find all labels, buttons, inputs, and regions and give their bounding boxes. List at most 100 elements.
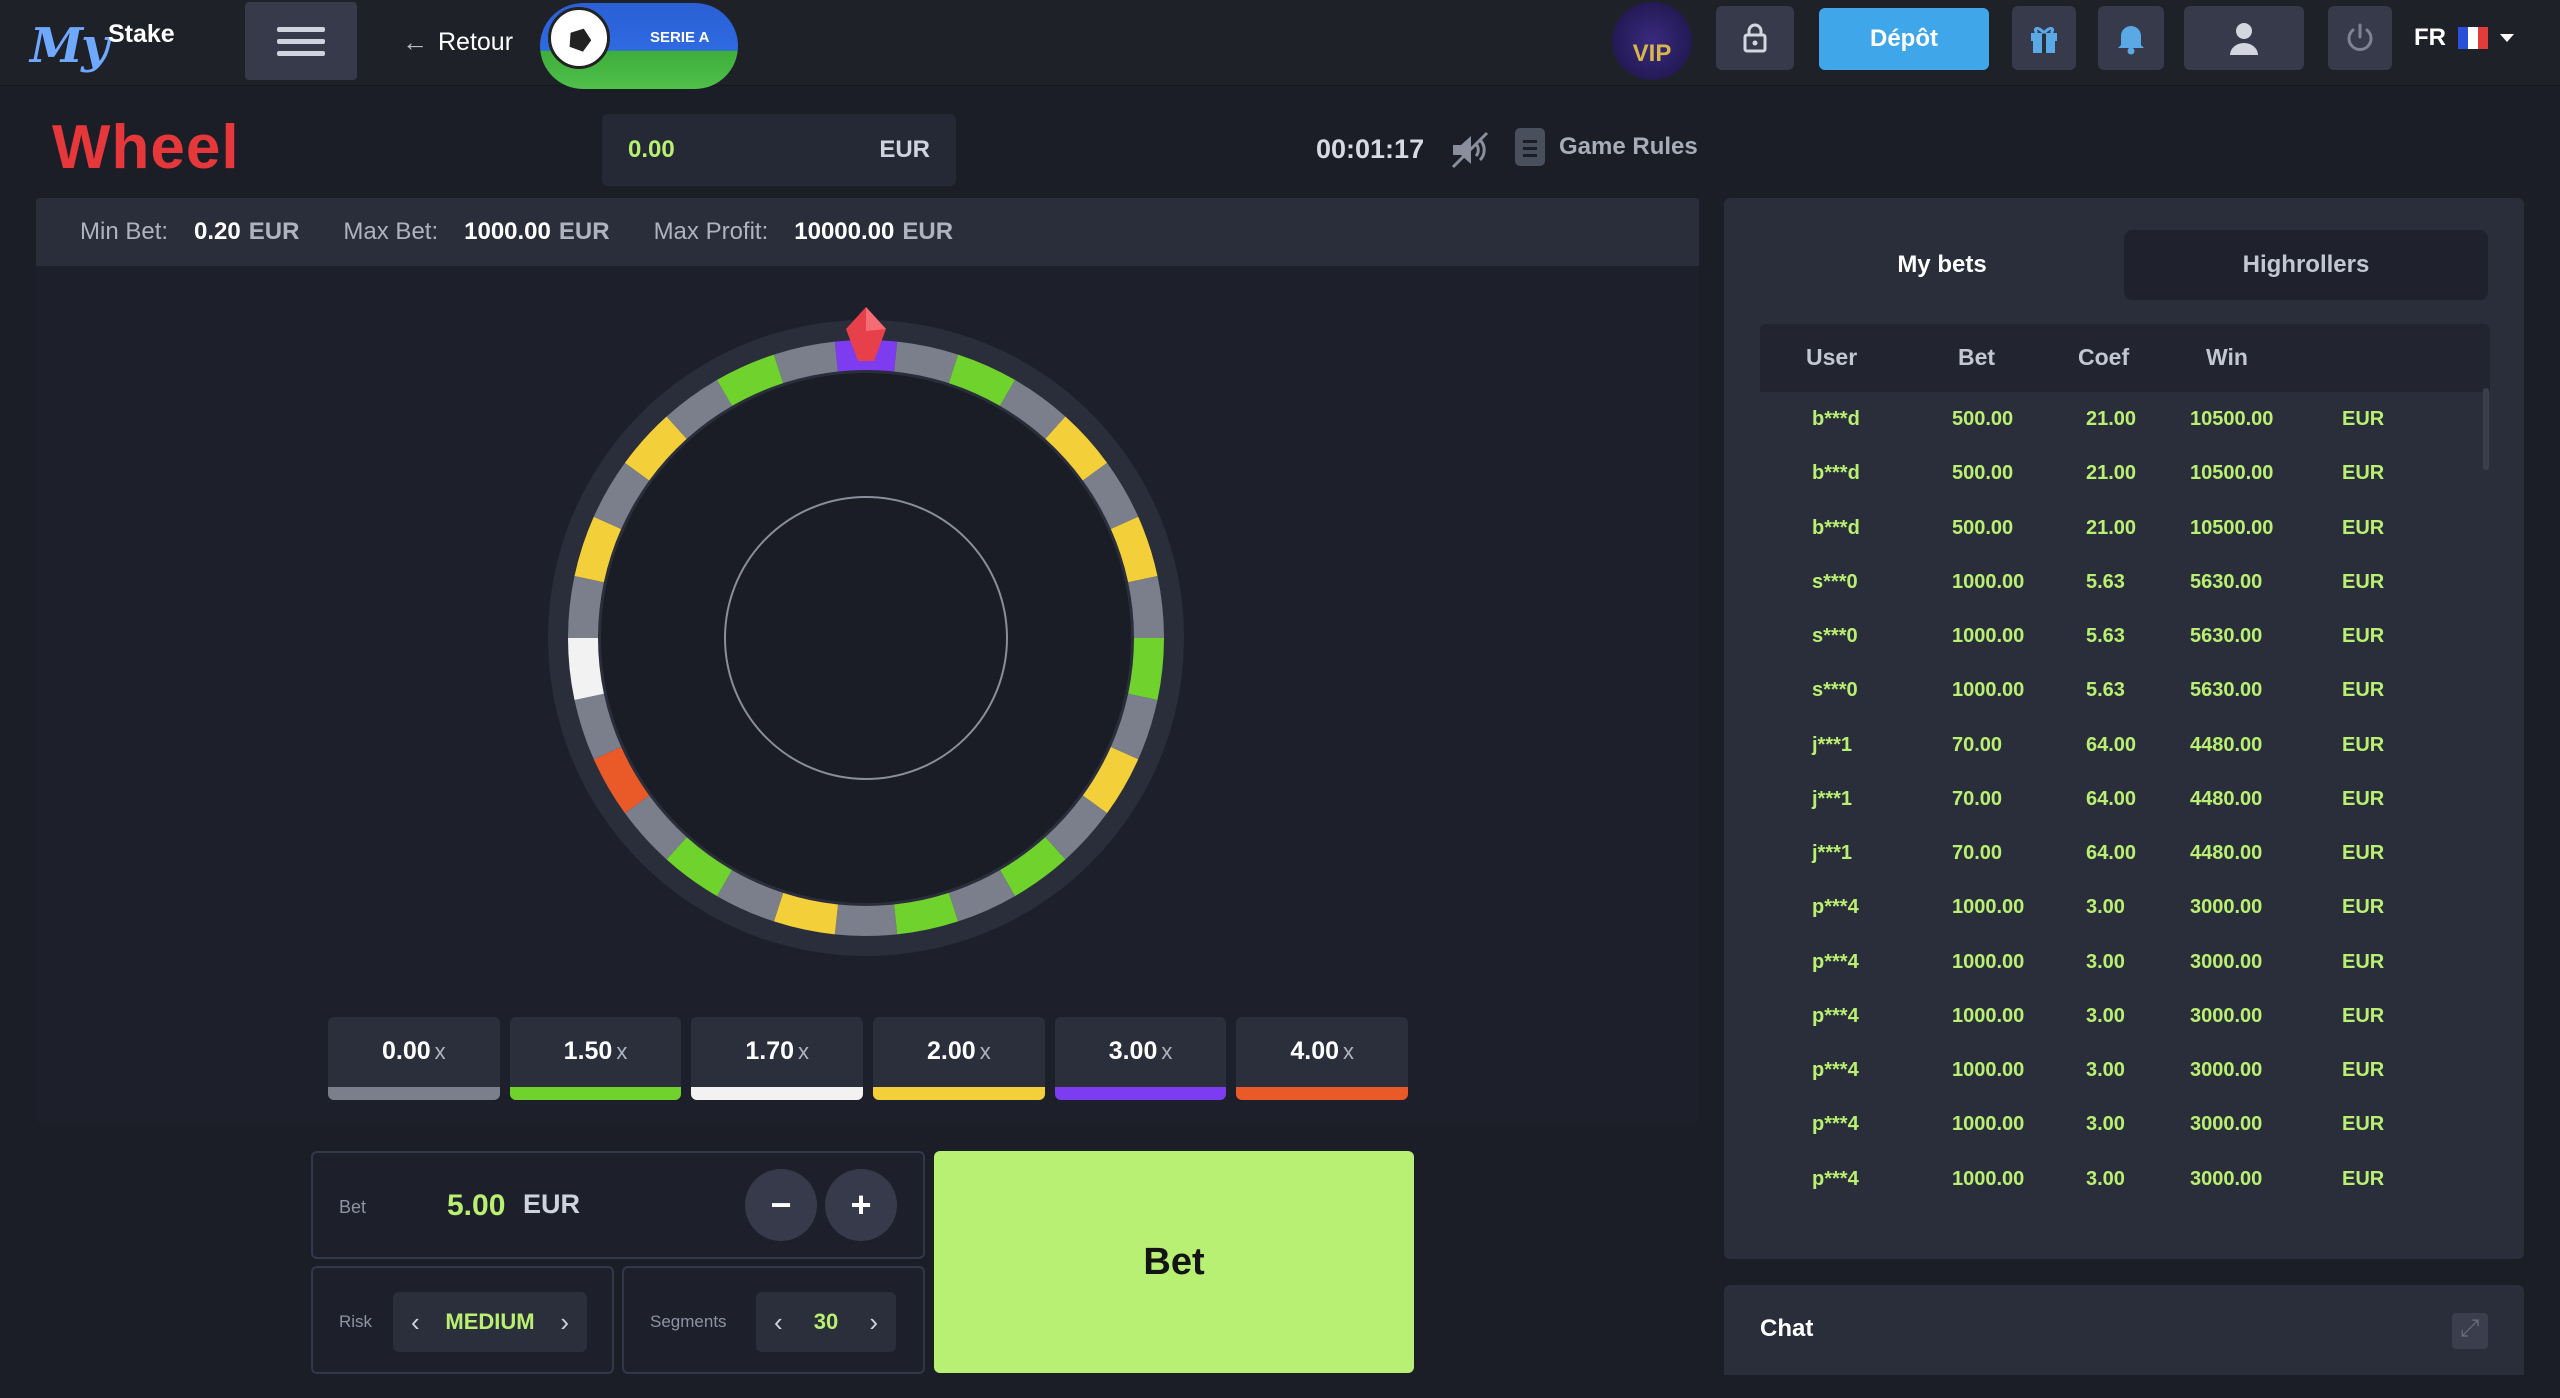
- cell-win: 3000.00: [2190, 1167, 2263, 1190]
- max-profit-limit: Max Profit: 10000.00 EUR: [654, 218, 953, 246]
- cell-bet: 1000.00: [1952, 625, 2025, 647]
- gift-button[interactable]: [2012, 6, 2076, 70]
- cell-bet: 500.00: [1952, 516, 2014, 539]
- multiplier-value: 4.00 x: [1236, 1037, 1408, 1066]
- cell-coef: 5.63: [2086, 570, 2125, 593]
- max-bet-currency: EUR: [558, 218, 610, 245]
- multiplier-suffix: x: [798, 1039, 810, 1064]
- soccer-ball-icon: [548, 7, 610, 69]
- bets-table-body[interactable]: b***d 500.00 21.00 10500.00 EUR b***d 500.00 21…: [1760, 394, 2490, 1214]
- multiplier-chip: 0.00 x: [328, 1017, 500, 1100]
- session-timer: 00:01:17: [1316, 134, 1425, 164]
- cell-user: b***d: [1812, 516, 1860, 539]
- logout-button[interactable]: [2328, 6, 2392, 70]
- cell-win: 10500.00: [2190, 408, 2274, 430]
- column-header-user: User: [1806, 344, 1858, 370]
- place-bet-button[interactable]: Bet: [934, 1151, 1414, 1373]
- risk-label: Risk: [339, 1312, 373, 1331]
- table-row: s***0 1000.00 5.63 5630.00 EUR: [1760, 557, 2490, 611]
- cell-coef: 3.00: [2086, 1059, 2125, 1081]
- max-bet-label: Max Bet:: [343, 218, 439, 245]
- min-bet-currency: EUR: [248, 218, 300, 245]
- game-title: Wheel: [52, 113, 240, 182]
- account-button[interactable]: [2184, 6, 2304, 70]
- chevron-left-icon[interactable]: ‹: [774, 1307, 783, 1338]
- chevron-right-icon[interactable]: ›: [869, 1307, 878, 1338]
- vip-badge[interactable]: VIP: [1612, 2, 1692, 80]
- sound-toggle[interactable]: [1449, 131, 1491, 169]
- language-selector[interactable]: FR: [2414, 24, 2514, 52]
- cell-coef: 21.00: [2086, 516, 2137, 539]
- deposit-button[interactable]: Dépôt: [1819, 8, 1989, 70]
- multiplier-number: 1.50: [563, 1037, 613, 1065]
- cell-user: s***0: [1812, 625, 1858, 647]
- max-bet-limit: Max Bet: 1000.00 EUR: [343, 218, 609, 246]
- cell-user: s***0: [1812, 570, 1858, 593]
- expand-icon[interactable]: [2452, 1313, 2488, 1349]
- max-profit-value: 10000.00: [794, 218, 895, 245]
- increase-bet-button[interactable]: +: [825, 1169, 897, 1241]
- max-profit-currency: EUR: [902, 218, 954, 245]
- risk-selector[interactable]: ‹ MEDIUM ›: [393, 1292, 587, 1352]
- bets-scrollbar[interactable]: [2483, 388, 2489, 470]
- clipboard-icon: [1515, 128, 1545, 166]
- table-row: p***4 1000.00 3.00 3000.00 EUR: [1760, 1099, 2490, 1153]
- chevron-left-icon[interactable]: ‹: [411, 1307, 420, 1338]
- cell-win: 10500.00: [2190, 516, 2274, 539]
- bets-table-header: User Bet Coef Win: [1760, 324, 2490, 392]
- logo-my-text: My: [30, 18, 109, 74]
- tab-my-bets[interactable]: My bets: [1760, 230, 2124, 300]
- wheel-inner-disc: [601, 373, 1131, 903]
- power-icon: [2347, 23, 2373, 51]
- game-rules-link[interactable]: Game Rules: [1515, 128, 1698, 166]
- chevron-right-icon[interactable]: ›: [560, 1307, 569, 1338]
- cell-cur: EUR: [2342, 462, 2385, 485]
- decrease-bet-button[interactable]: −: [745, 1169, 817, 1241]
- cell-coef: 3.00: [2086, 1004, 2125, 1027]
- back-link[interactable]: ← Retour: [402, 22, 513, 62]
- bet-amount-input[interactable]: 5.00: [447, 1189, 505, 1223]
- notifications-button[interactable]: [2098, 6, 2164, 70]
- table-row: s***0 1000.00 5.63 5630.00 EUR: [1760, 611, 2490, 665]
- cell-win: 4480.00: [2190, 787, 2263, 810]
- multiplier-value: 1.70 x: [691, 1037, 863, 1066]
- cell-user: p***4: [1812, 1004, 1859, 1027]
- cell-win: 3000.00: [2190, 1004, 2263, 1027]
- table-row: b***d 500.00 21.00 10500.00 EUR: [1760, 503, 2490, 557]
- chat-panel[interactable]: Chat: [1724, 1285, 2524, 1375]
- multiplier-legend: 0.00 x 1.50 x 1.70 x 2.00 x 3.00 x 4.00 x: [328, 1017, 1409, 1100]
- cell-cur: EUR: [2342, 896, 2385, 919]
- mystake-logo[interactable]: My Stake: [30, 14, 180, 74]
- multiplier-color-bar: [691, 1087, 864, 1100]
- balance-display: 0.00 EUR: [602, 114, 956, 186]
- segments-selector[interactable]: ‹ 30 ›: [756, 1292, 896, 1352]
- multiplier-suffix: x: [1161, 1039, 1173, 1064]
- hamburger-menu-button[interactable]: [245, 2, 357, 80]
- multiplier-suffix: x: [979, 1039, 991, 1064]
- cell-cur: EUR: [2342, 625, 2385, 647]
- column-header-coef: Coef: [2078, 344, 2130, 370]
- chevron-down-icon: [2500, 34, 2514, 42]
- multiplier-color-bar: [1236, 1087, 1409, 1100]
- table-row: j***1 70.00 64.00 4480.00 EUR: [1760, 774, 2490, 828]
- cell-coef: 21.00: [2086, 462, 2137, 485]
- cell-coef: 64.00: [2086, 733, 2137, 756]
- france-flag-icon: [2458, 27, 2488, 49]
- cell-win: 5630.00: [2190, 679, 2263, 702]
- tab-highrollers[interactable]: Highrollers: [2124, 230, 2488, 300]
- table-row: s***0 1000.00 5.63 5630.00 EUR: [1760, 665, 2490, 719]
- cell-win: 5630.00: [2190, 570, 2263, 593]
- cell-win: 4480.00: [2190, 733, 2263, 756]
- cell-cur: EUR: [2342, 1113, 2385, 1136]
- cell-cur: EUR: [2342, 1059, 2385, 1081]
- table-row: b***d 500.00 21.00 10500.00 EUR: [1760, 394, 2490, 448]
- multiplier-value: 3.00 x: [1055, 1037, 1227, 1066]
- cell-coef: 21.00: [2086, 408, 2137, 430]
- cell-user: p***4: [1812, 1059, 1859, 1081]
- serie-a-promo-banner[interactable]: SERIE A: [540, 3, 738, 89]
- multiplier-color-bar: [509, 1087, 682, 1100]
- user-icon: [2230, 23, 2258, 55]
- sound-muted-icon: [1451, 131, 1489, 169]
- lock-button[interactable]: [1716, 6, 1794, 70]
- multiplier-chip: 1.50 x: [509, 1017, 682, 1100]
